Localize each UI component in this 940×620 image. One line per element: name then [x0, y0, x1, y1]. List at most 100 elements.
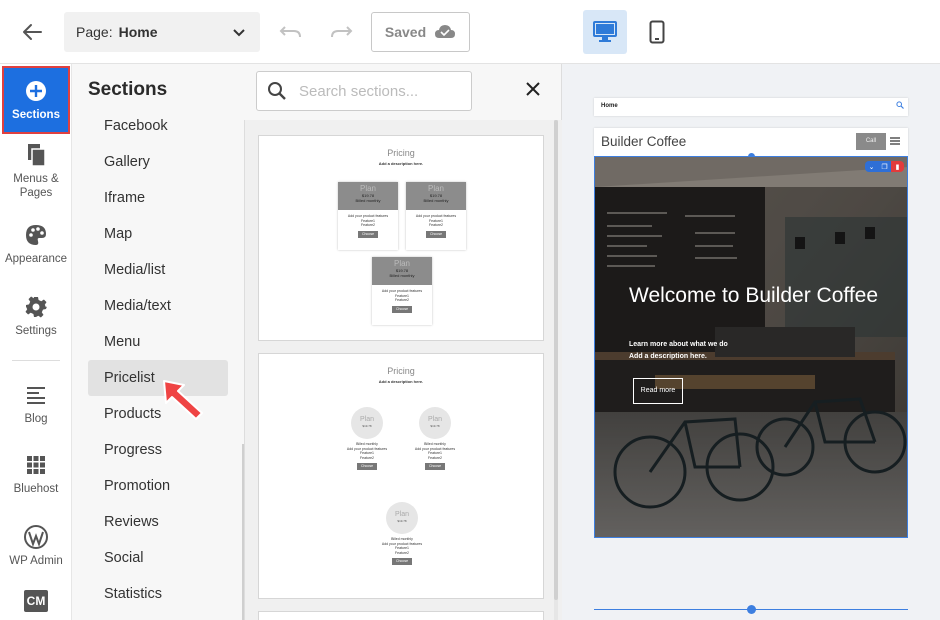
thumb-subtitle: Add a description here. [378, 161, 424, 166]
redo-button[interactable] [326, 18, 356, 46]
category-item[interactable]: Menu [88, 324, 228, 360]
blog-lines-icon [27, 387, 45, 404]
preview-nav-bar: Home [594, 98, 908, 116]
category-item[interactable]: Statistics [88, 576, 228, 612]
category-item[interactable]: Iframe [88, 180, 228, 216]
price-card: Plan $19.78 Billed monthly Add your produc… [338, 182, 398, 250]
cloud-check-icon [435, 25, 456, 38]
rail-item-label: Bluehost [13, 483, 59, 495]
desktop-icon [593, 21, 617, 42]
preview-hero-section[interactable]: ⌄ ❐ ▮ Welcome to Builder Coffee Learn mo… [594, 156, 908, 538]
rail-item-appearance[interactable]: Appearance [0, 222, 72, 266]
rail-divider [12, 360, 60, 361]
rail-item-label: Menus & Pages [13, 173, 59, 199]
thumb-subtitle: Add a description here. [378, 379, 424, 384]
page-selector-label: Page: [76, 24, 113, 40]
rail-item-cm[interactable]: CM [0, 590, 72, 612]
undo-button[interactable] [276, 18, 306, 46]
category-item[interactable]: Media/list [88, 252, 228, 288]
search-box [256, 71, 472, 111]
search-icon [268, 82, 286, 100]
rail-item-blog[interactable]: Blog [0, 382, 72, 426]
plan-circle: Plan $19.78 [419, 407, 451, 439]
pages-icon [28, 144, 46, 167]
cm-badge: CM [24, 590, 48, 612]
sections-panel: Sections Facebook Gallery Iframe Map Med… [72, 64, 562, 620]
plan-details: Billed monthly Add your product features F… [346, 442, 388, 470]
category-item[interactable]: Promotion [88, 468, 228, 504]
price-card: Plan $19.78 Billed monthly Add your produc… [406, 182, 466, 250]
hamburger-menu-icon[interactable] [890, 136, 900, 146]
category-list: Facebook Gallery Iframe Map Media/list M… [88, 108, 228, 612]
mobile-view-button[interactable] [635, 10, 679, 54]
plan-details: Billed monthly Add your product features F… [414, 442, 456, 470]
search-input[interactable] [299, 82, 459, 100]
plan-circle: Plan $19.78 [386, 502, 418, 534]
section-thumbnail-pricing-cards[interactable]: Pricing Add a description here. Plan $19.… [258, 135, 544, 341]
rail-item-settings[interactable]: Settings [0, 294, 72, 338]
gear-icon [25, 296, 47, 318]
desktop-view-button[interactable] [583, 10, 627, 54]
page-selector[interactable]: Page: Home [64, 12, 260, 52]
rail-item-sections[interactable]: Sections [2, 66, 70, 134]
chevron-down-icon [233, 29, 245, 37]
rail-item-label: Sections [12, 109, 60, 121]
rail-item-wp-admin[interactable]: WP Admin [0, 524, 72, 568]
preview-header: Builder Coffee Call [594, 128, 908, 156]
saved-button[interactable]: Saved [371, 12, 470, 52]
rail-item-label: Settings [15, 325, 57, 337]
preview-call-button[interactable]: Call [856, 133, 886, 150]
rail-item-label: Blog [24, 413, 48, 425]
palette-icon [26, 225, 46, 245]
plus-circle-icon [26, 81, 46, 101]
category-item[interactable]: Progress [88, 432, 228, 468]
search-icon[interactable] [896, 101, 904, 109]
category-item[interactable]: Reviews [88, 504, 228, 540]
panel-title: Sections [88, 79, 168, 100]
hero-read-more-button[interactable]: Read more [633, 378, 683, 404]
thumb-title: Pricing [387, 148, 415, 158]
preview-nav-home[interactable]: Home [601, 103, 618, 109]
saved-label: Saved [384, 24, 427, 40]
category-item[interactable]: Media/text [88, 288, 228, 324]
category-item[interactable]: Social [88, 540, 228, 576]
rail-item-menus-pages[interactable]: Menus & Pages [0, 142, 72, 200]
grid-icon [27, 456, 45, 474]
copy-icon[interactable]: ❐ [878, 161, 891, 172]
price-card: Plan $19.78 Billed monthly Add your produc… [372, 257, 432, 325]
preview-brand: Builder Coffee [601, 134, 687, 149]
section-thumbnail-pricing-circles[interactable]: Pricing Add a description here. Plan $19.… [258, 353, 544, 599]
section-thumbnail[interactable] [258, 611, 544, 620]
page-selector-value: Home [118, 24, 158, 40]
chevron-down-icon[interactable]: ⌄ [865, 161, 878, 172]
trash-icon[interactable]: ▮ [891, 161, 904, 172]
page-preview: Home Builder Coffee Call ⌄ ❐ ▮ Welcome t… [562, 64, 940, 620]
hero-subtitle: Learn more about what we do Add a descri… [629, 341, 728, 360]
back-button[interactable] [14, 14, 50, 50]
thumbnail-area: Pricing Add a description here. Plan $19.… [244, 120, 562, 620]
category-item[interactable]: Map [88, 216, 228, 252]
editor-app: Page: Home Saved Sections Menus & Pages … [0, 0, 940, 620]
pointer-arrow-icon [163, 380, 203, 420]
rail-item-label: Appearance [4, 253, 68, 265]
category-item[interactable]: Gallery [88, 144, 228, 180]
plan-circle: Plan $19.78 [351, 407, 383, 439]
rail-item-label: WP Admin [9, 555, 63, 567]
thumb-title: Pricing [387, 366, 415, 376]
left-rail: Sections Menus & Pages Appearance Settin… [0, 64, 72, 620]
plan-details: Billed monthly Add your product features F… [381, 537, 423, 565]
redo-icon [331, 26, 353, 38]
close-icon [526, 82, 540, 96]
undo-icon [279, 26, 301, 38]
add-section-dot[interactable] [747, 605, 756, 614]
rail-item-bluehost[interactable]: Bluehost [0, 452, 72, 496]
close-panel-button[interactable] [522, 78, 544, 100]
wordpress-icon [24, 525, 48, 549]
hero-toolbar: ⌄ ❐ ▮ [865, 161, 904, 172]
category-item[interactable]: Facebook [88, 108, 228, 144]
arrow-left-icon [23, 24, 42, 40]
mobile-icon [649, 20, 665, 44]
thumbnail-scrollbar[interactable] [554, 120, 558, 620]
top-toolbar: Page: Home Saved [0, 0, 940, 64]
hero-title: Welcome to Builder Coffee [629, 284, 879, 307]
